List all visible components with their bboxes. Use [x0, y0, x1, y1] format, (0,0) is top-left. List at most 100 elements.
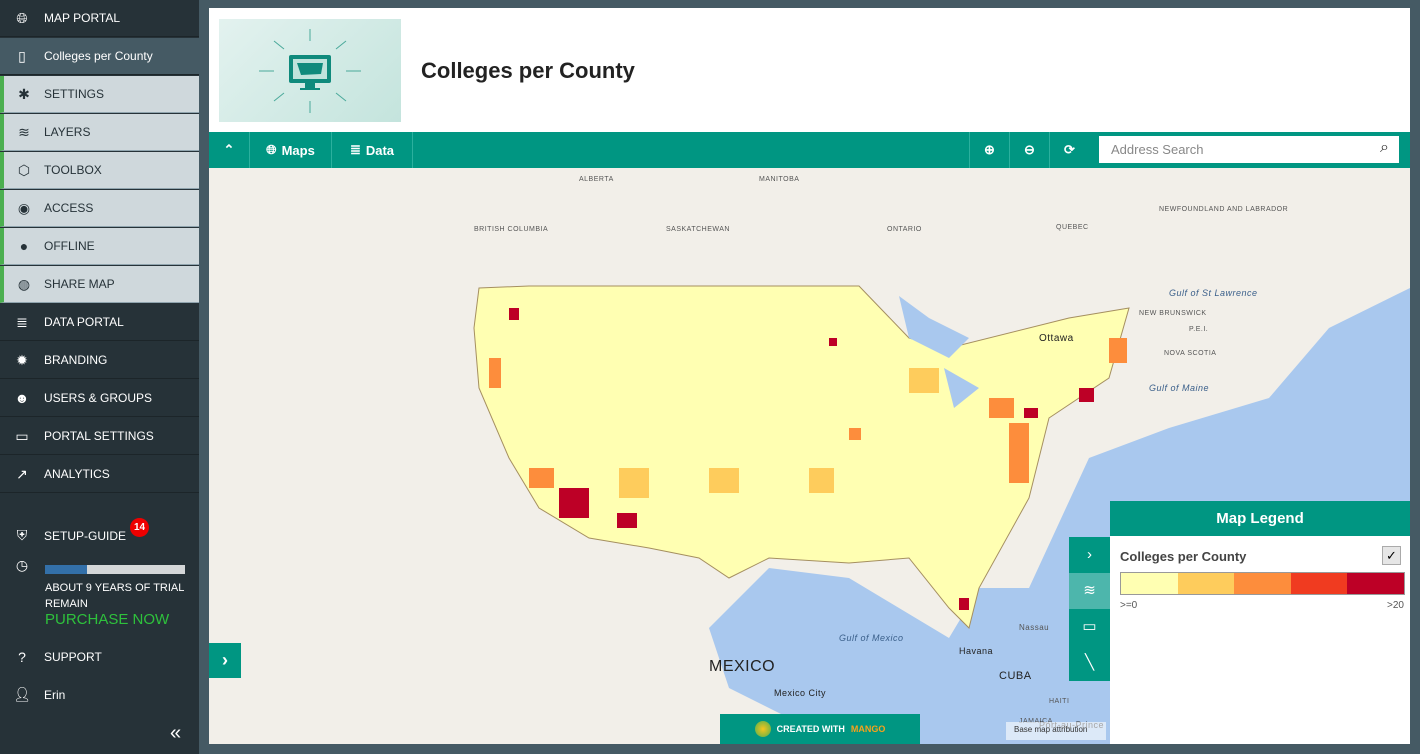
sidebar-item-label: Erin [44, 687, 66, 702]
legend-class-5 [1347, 573, 1404, 594]
map-label: ALBERTA [579, 176, 614, 183]
sidebar-item-user[interactable]: 👤︎ Erin [0, 676, 199, 713]
header: Colleges per County [209, 8, 1410, 132]
maps-button[interactable]: 🌐︎ Maps [250, 132, 332, 168]
globe-icon: 🌐︎ [16, 9, 28, 26]
purchase-now-link[interactable]: PURCHASE NOW [45, 611, 169, 628]
sidebar-item-label: Colleges per County [44, 49, 153, 63]
sidebar-item-label: SETUP-GUIDE [44, 528, 127, 543]
map-label: Gulf of Maine [1149, 383, 1210, 393]
legend-color-ramp [1120, 572, 1405, 595]
basemap-button[interactable]: ▭ [1069, 609, 1110, 645]
map-label: Gulf of St Lawrence [1169, 288, 1258, 298]
globe-icon: 🌐︎ [266, 142, 277, 157]
sidebar-item-label: SUPPORT [44, 649, 102, 664]
sidebar-item-colleges-per-county[interactable]: ▯ Colleges per County [0, 38, 199, 75]
sidebar-item-label: USERS & GROUPS [44, 391, 153, 405]
data-button[interactable]: ≣ Data [332, 132, 413, 168]
map-label: ONTARIO [887, 226, 922, 233]
sidebar-item-setup-guide[interactable]: ⛨ SETUP-GUIDE [0, 517, 199, 554]
map-label: MANITOBA [759, 176, 800, 183]
collapse-sidebar-icon[interactable]: « [170, 722, 181, 745]
sidebar-item-access[interactable]: ◉ ACCESS [0, 190, 199, 227]
map-panel-icon: ▯ [18, 47, 26, 64]
layers-icon: ≋ [1083, 582, 1096, 599]
data-label: Data [365, 142, 395, 158]
clock-icon: ◷ [15, 556, 29, 573]
refresh-icon: ⟳ [1064, 142, 1075, 157]
sidebar-item-layers[interactable]: ≋ LAYERS [0, 114, 199, 151]
collapse-legend-button[interactable]: › [1069, 537, 1110, 573]
sidebar-item-share-map[interactable]: ◍ SHARE MAP [0, 266, 199, 303]
users-icon: ☻ [14, 390, 30, 406]
map-label: Nassau [1019, 623, 1050, 632]
setup-guide-icon: ⛨ [16, 527, 28, 543]
toggle-icon: ● [19, 238, 29, 254]
sidebar-item-branding[interactable]: ✹ BRANDING [0, 342, 199, 379]
sidebar-item-label: ANALYTICS [44, 467, 110, 481]
address-search-input[interactable]: Address Search ⌕ [1099, 136, 1399, 163]
map-label: P.E.I. [1189, 326, 1209, 333]
chevron-up-icon: ⌃ [223, 142, 235, 157]
sidebar: 🌐︎ MAP PORTAL ▯ Colleges per County ✱ SETTING… [0, 0, 199, 754]
base-map-attribution-link[interactable]: Base map attribution [1006, 722, 1106, 740]
eye-icon: ◉ [17, 199, 31, 216]
support-icon: ? [18, 648, 26, 665]
trial-remaining-text: ABOUT 9 YEARS OF TRIAL REMAIN [45, 582, 184, 610]
zoom-out-icon: ⊖ [1024, 142, 1035, 157]
legend-min-label: >=0 [1120, 600, 1138, 611]
legend-class-4 [1290, 573, 1348, 594]
setup-guide-badge: 14 [130, 518, 149, 537]
gear-icon: ✱ [18, 85, 30, 102]
database-icon: ≣ [16, 313, 28, 330]
sidebar-item-label: OFFLINE [44, 239, 95, 253]
map-toolbar: ⌃ 🌐︎ Maps ≣ Data ⊕ ⊖ ⟳ Address Search ⌕ [209, 132, 1410, 168]
search-placeholder: Address Search [1111, 142, 1204, 157]
map-label: Havana [959, 646, 994, 656]
sidebar-item-toolbox[interactable]: ⬡ TOOLBOX [0, 152, 199, 189]
search-icon[interactable]: ⌕ [1380, 139, 1389, 157]
sidebar-item-data-portal[interactable]: ≣ DATA PORTAL [0, 304, 199, 341]
zoom-out-button[interactable]: ⊖ [1009, 132, 1049, 168]
map-label: NOVA SCOTIA [1164, 350, 1217, 357]
refresh-button[interactable]: ⟳ [1049, 132, 1089, 168]
legend-max-label: >20 [1387, 600, 1404, 611]
map-legend: Map Legend Colleges per County ✓ >=0 >20 [1110, 501, 1410, 744]
map-icon: ▭ [1082, 618, 1097, 635]
sidebar-item-settings[interactable]: ✱ SETTINGS [0, 76, 199, 113]
sidebar-item-label: LAYERS [44, 125, 91, 139]
sidebar-item-label: MAP PORTAL [44, 11, 121, 25]
map-label: BRITISH COLUMBIA [474, 226, 549, 233]
sidebar-item-label: SHARE MAP [44, 277, 115, 291]
map-label: Ottawa [1039, 333, 1074, 344]
sidebar-item-map-portal[interactable]: 🌐︎ MAP PORTAL [0, 0, 199, 37]
sidebar-item-support[interactable]: ? SUPPORT [0, 638, 199, 675]
sidebar-item-portal-settings[interactable]: ▭ PORTAL SETTINGS [0, 418, 199, 455]
created-with-mango-banner[interactable]: CREATED WITH MANGO [720, 714, 920, 744]
sidebar-item-users-groups[interactable]: ☻ USERS & GROUPS [0, 380, 199, 417]
sidebar-item-label: BRANDING [44, 353, 108, 367]
map-label: Gulf of Mexico [839, 633, 904, 643]
credit-brand: MANGO [850, 724, 886, 734]
layer-visibility-checkbox[interactable]: ✓ [1382, 546, 1401, 565]
sidebar-item-label: ACCESS [44, 201, 94, 215]
legend-header: Map Legend [1110, 501, 1410, 536]
map-label: SASKATCHEWAN [666, 226, 730, 233]
legend-class-3 [1234, 573, 1291, 594]
laptop-icon: ▭ [15, 427, 29, 444]
measure-button[interactable]: ╲ [1069, 645, 1110, 681]
layers-button[interactable]: ≋ [1069, 573, 1110, 609]
share-globe-icon: ◍ [17, 275, 31, 292]
map-label: NEW BRUNSWICK [1139, 310, 1207, 317]
map-label: Mexico City [774, 688, 827, 698]
sidebar-item-analytics[interactable]: ↗ ANALYTICS [0, 456, 199, 493]
zoom-in-button[interactable]: ⊕ [969, 132, 1009, 168]
map-label: HAITI [1049, 698, 1070, 705]
collapse-header-button[interactable]: ⌃ [209, 132, 250, 168]
map-label: QUEBEC [1056, 224, 1089, 231]
legend-class-2 [1177, 573, 1235, 594]
sidebar-item-offline[interactable]: ● OFFLINE [0, 228, 199, 265]
credit-prefix: CREATED WITH [776, 724, 845, 734]
expand-panel-button[interactable]: › [209, 643, 241, 678]
legend-layer-title: Colleges per County [1120, 549, 1247, 564]
